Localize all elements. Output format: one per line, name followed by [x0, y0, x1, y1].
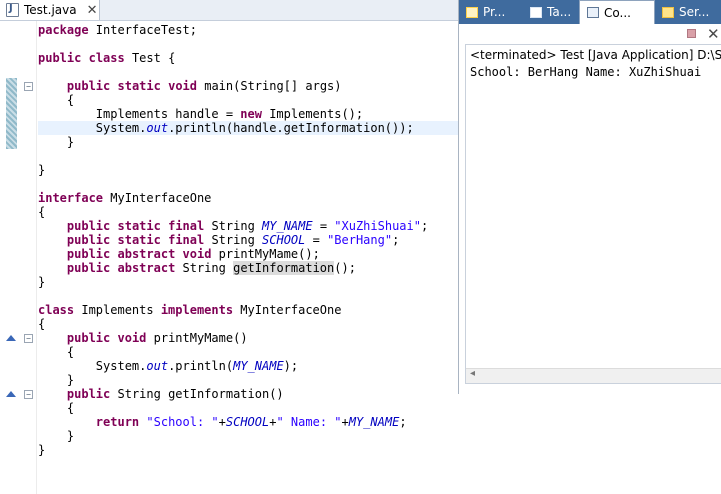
- tab-console-label: Co...: [604, 5, 631, 20]
- editor-tab-label: Test.java: [24, 3, 77, 17]
- code-line[interactable]: public class Test {: [38, 51, 458, 65]
- code-line[interactable]: }: [38, 275, 458, 289]
- code-line[interactable]: [38, 177, 458, 191]
- editor-tab-bar: Test.java ✕: [0, 0, 458, 21]
- override-marker-icon: [6, 391, 16, 397]
- code-line[interactable]: {: [38, 317, 458, 331]
- code-line[interactable]: class Implements implements MyInterfaceO…: [38, 303, 458, 317]
- code-line[interactable]: public String getInformation(): [38, 387, 458, 401]
- java-file-icon: [6, 3, 19, 17]
- code-line[interactable]: }: [38, 443, 458, 457]
- console-header: <terminated> Test [Java Application] D:\…: [470, 48, 721, 62]
- override-marker-icon: [6, 335, 16, 341]
- code-line[interactable]: public abstract void printMyMame();: [38, 247, 458, 261]
- code-line[interactable]: [38, 65, 458, 79]
- console-toolbar: ✕: [459, 24, 721, 44]
- code-line[interactable]: }: [38, 163, 458, 177]
- console-view: Pr... Ta... Co... Ser... ✕ <terminated> …: [458, 0, 721, 394]
- empty-area: [458, 394, 721, 494]
- remove-launch-icon[interactable]: ✕: [707, 24, 720, 44]
- editor-tab-test-java[interactable]: Test.java ✕: [0, 0, 100, 20]
- tab-tasks-label: Ta...: [547, 5, 572, 19]
- console-output-line: School: BerHang Name: XuZhiShuai: [470, 65, 702, 79]
- code-line[interactable]: [38, 37, 458, 51]
- code-editor[interactable]: − − − package InterfaceTest; public class…: [0, 21, 458, 494]
- fold-collapse-icon[interactable]: −: [24, 390, 33, 399]
- tab-problems-label: Pr...: [483, 5, 506, 19]
- console-output-area[interactable]: <terminated> Test [Java Application] D:\…: [465, 44, 721, 384]
- code-line[interactable]: {: [38, 401, 458, 415]
- code-line[interactable]: System.out.println(handle.getInformation…: [38, 121, 458, 135]
- tab-tasks[interactable]: Ta...: [523, 0, 579, 24]
- tasks-icon: [530, 6, 542, 18]
- code-line[interactable]: }: [38, 429, 458, 443]
- code-line[interactable]: public void printMyMame(): [38, 331, 458, 345]
- editor-ruler: − − −: [0, 21, 37, 494]
- close-icon[interactable]: ✕: [87, 3, 98, 18]
- code-line[interactable]: {: [38, 345, 458, 359]
- tab-servers-label: Ser...: [679, 5, 710, 19]
- quick-diff-change-marker: [6, 78, 17, 149]
- code-line[interactable]: }: [38, 135, 458, 149]
- scroll-left-icon[interactable]: ◂: [470, 368, 475, 379]
- tab-console[interactable]: Co...: [579, 0, 655, 24]
- code-area[interactable]: package InterfaceTest; public class Test …: [38, 21, 458, 494]
- fold-collapse-icon[interactable]: −: [24, 82, 33, 91]
- tab-problems[interactable]: Pr...: [459, 0, 523, 24]
- code-line[interactable]: }: [38, 373, 458, 387]
- servers-icon: [662, 6, 674, 18]
- problems-icon: [466, 6, 478, 18]
- code-line[interactable]: public static final String SCHOOL = "Ber…: [38, 233, 458, 247]
- fold-collapse-icon[interactable]: −: [24, 334, 33, 343]
- horizontal-scrollbar[interactable]: ◂: [466, 368, 721, 383]
- code-line[interactable]: Implements handle = new Implements();: [38, 107, 458, 121]
- code-line[interactable]: public static void main(String[] args): [38, 79, 458, 93]
- code-line[interactable]: [38, 289, 458, 303]
- view-tab-bar: Pr... Ta... Co... Ser...: [459, 0, 721, 24]
- code-line[interactable]: interface MyInterfaceOne: [38, 191, 458, 205]
- terminate-icon[interactable]: [687, 29, 696, 38]
- code-line[interactable]: return "School: "+SCHOOL+" Name: "+MY_NA…: [38, 415, 458, 429]
- code-line[interactable]: package InterfaceTest;: [38, 23, 458, 37]
- tab-servers[interactable]: Ser...: [655, 0, 721, 24]
- code-line[interactable]: {: [38, 205, 458, 219]
- console-icon: [587, 7, 599, 18]
- code-line[interactable]: {: [38, 93, 458, 107]
- code-line[interactable]: System.out.println(MY_NAME);: [38, 359, 458, 373]
- code-line[interactable]: public static final String MY_NAME = "Xu…: [38, 219, 458, 233]
- code-line[interactable]: public abstract String getInformation();: [38, 261, 458, 275]
- code-line[interactable]: [38, 149, 458, 163]
